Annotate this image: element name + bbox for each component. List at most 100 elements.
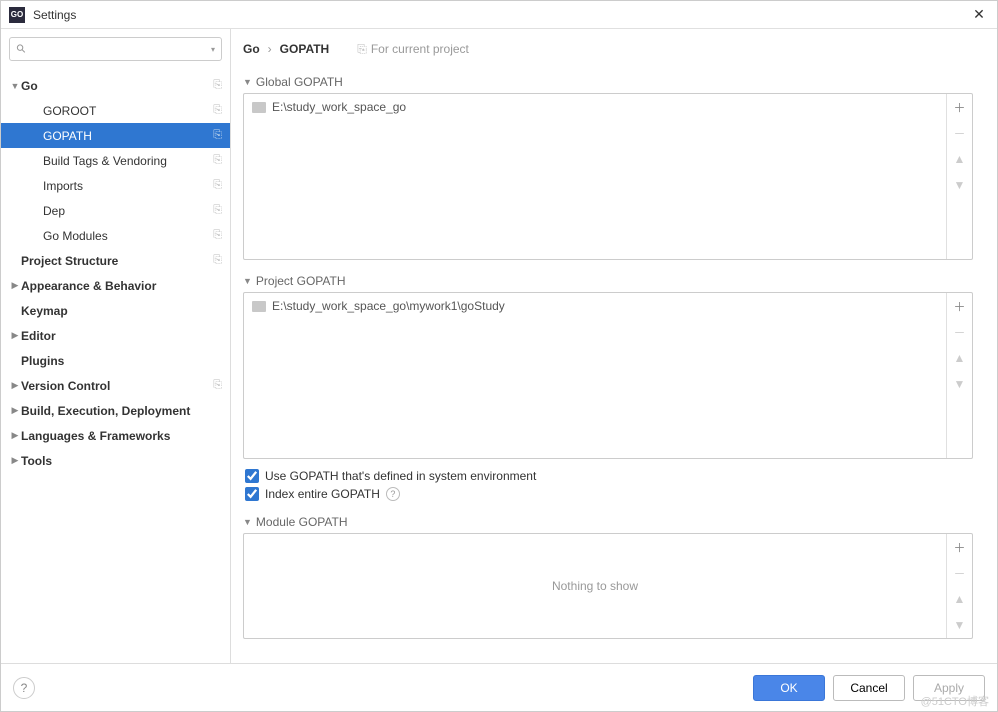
project-gopath-list[interactable]: E:\study_work_space_go\mywork1\goStudy — [244, 293, 946, 458]
sidebar-item-version-control[interactable]: ▶Version Control⎘ — [1, 373, 230, 398]
sidebar-item-label: GOROOT — [43, 104, 213, 118]
expand-icon: ▼ — [9, 81, 21, 91]
sidebar-item-label: Dep — [43, 204, 213, 218]
path-text: E:\study_work_space_go — [272, 100, 406, 114]
module-gopath-list[interactable]: Nothing to show — [244, 534, 946, 638]
move-up-button[interactable]: ▲ — [947, 146, 972, 172]
collapse-icon: ▼ — [243, 276, 252, 286]
breadcrumb: Go › GOPATH ⎘ For current project — [231, 29, 997, 69]
project-gopath-panel: E:\study_work_space_go\mywork1\goStudy ＋… — [243, 292, 973, 459]
expand-icon: ▶ — [9, 330, 21, 341]
project-gopath-header[interactable]: ▼ Project GOPATH — [243, 274, 973, 288]
sidebar-item-label: Go — [21, 79, 213, 93]
global-gopath-header[interactable]: ▼ Global GOPATH — [243, 75, 973, 89]
add-button[interactable]: ＋ — [947, 293, 972, 319]
index-entire-gopath-checkbox[interactable] — [245, 487, 259, 501]
copy-icon: ⎘ — [213, 179, 222, 192]
copy-icon: ⎘ — [213, 204, 222, 217]
section-title: Global GOPATH — [256, 75, 343, 89]
use-system-gopath-checkbox[interactable] — [245, 469, 259, 483]
sidebar-item-appearance-behavior[interactable]: ▶Appearance & Behavior — [1, 273, 230, 298]
breadcrumb-parent[interactable]: Go — [243, 42, 260, 56]
list-item[interactable]: E:\study_work_space_go\mywork1\goStudy — [244, 293, 946, 319]
cancel-button[interactable]: Cancel — [833, 675, 905, 701]
add-button[interactable]: ＋ — [947, 534, 972, 560]
ok-button[interactable]: OK — [753, 675, 825, 701]
help-button[interactable]: ? — [13, 677, 35, 699]
move-up-button[interactable]: ▲ — [947, 586, 972, 612]
sidebar-item-imports[interactable]: Imports⎘ — [1, 173, 230, 198]
module-gopath-panel: Nothing to show ＋ － ▲ ▼ — [243, 533, 973, 639]
folder-icon — [252, 301, 266, 312]
sidebar-item-build-execution-deployment[interactable]: ▶Build, Execution, Deployment — [1, 398, 230, 423]
global-gopath-controls: ＋ － ▲ ▼ — [946, 94, 972, 259]
sidebar-item-label: Go Modules — [43, 229, 213, 243]
sidebar-item-languages-frameworks[interactable]: ▶Languages & Frameworks — [1, 423, 230, 448]
settings-dialog: GO Settings ✕ ▾ ▼Go⎘GOROOT⎘GOPATH⎘Build … — [0, 0, 998, 712]
main-panel: Go › GOPATH ⎘ For current project ▼ Glob… — [231, 29, 997, 663]
move-down-button[interactable]: ▼ — [947, 612, 972, 638]
search-icon — [16, 43, 27, 55]
checkbox-label: Use GOPATH that's defined in system envi… — [265, 469, 536, 483]
search-dropdown-icon[interactable]: ▾ — [211, 45, 215, 54]
remove-button[interactable]: － — [947, 120, 972, 146]
global-gopath-panel: E:\study_work_space_go ＋ － ▲ ▼ — [243, 93, 973, 260]
sidebar-item-plugins[interactable]: Plugins — [1, 348, 230, 373]
sidebar-item-label: Languages & Frameworks — [21, 429, 222, 443]
expand-icon: ▶ — [9, 405, 21, 416]
scope-text: For current project — [371, 42, 469, 56]
sidebar-item-tools[interactable]: ▶Tools — [1, 448, 230, 473]
sidebar-item-goroot[interactable]: GOROOT⎘ — [1, 98, 230, 123]
copy-icon: ⎘ — [357, 42, 367, 57]
expand-icon: ▶ — [9, 455, 21, 466]
sidebar: ▾ ▼Go⎘GOROOT⎘GOPATH⎘Build Tags & Vendori… — [1, 29, 231, 663]
global-gopath-list[interactable]: E:\study_work_space_go — [244, 94, 946, 259]
sidebar-item-gopath[interactable]: GOPATH⎘ — [1, 123, 230, 148]
sidebar-item-go[interactable]: ▼Go⎘ — [1, 73, 230, 98]
sidebar-item-keymap[interactable]: Keymap — [1, 298, 230, 323]
move-down-button[interactable]: ▼ — [947, 371, 972, 397]
expand-icon: ▶ — [9, 430, 21, 441]
list-item[interactable]: E:\study_work_space_go — [244, 94, 946, 120]
add-button[interactable]: ＋ — [947, 94, 972, 120]
breadcrumb-separator: › — [268, 42, 272, 56]
move-down-button[interactable]: ▼ — [947, 172, 972, 198]
remove-button[interactable]: － — [947, 319, 972, 345]
sidebar-item-go-modules[interactable]: Go Modules⎘ — [1, 223, 230, 248]
module-gopath-header[interactable]: ▼ Module GOPATH — [243, 515, 973, 529]
sidebar-item-label: Version Control — [21, 379, 213, 393]
apply-button[interactable]: Apply — [913, 675, 985, 701]
scope-label: ⎘ For current project — [357, 42, 469, 57]
collapse-icon: ▼ — [243, 77, 252, 87]
sidebar-item-label: Build Tags & Vendoring — [43, 154, 213, 168]
sidebar-item-label: Plugins — [21, 354, 222, 368]
section-title: Module GOPATH — [256, 515, 348, 529]
remove-button[interactable]: － — [947, 560, 972, 586]
move-up-button[interactable]: ▲ — [947, 345, 972, 371]
sidebar-item-project-structure[interactable]: Project Structure⎘ — [1, 248, 230, 273]
sidebar-item-label: Keymap — [21, 304, 222, 318]
empty-message: Nothing to show — [244, 534, 946, 638]
titlebar: GO Settings ✕ — [1, 1, 997, 29]
help-icon[interactable]: ? — [386, 487, 400, 501]
expand-icon: ▶ — [9, 380, 21, 391]
collapse-icon: ▼ — [243, 517, 252, 527]
window-title: Settings — [33, 8, 969, 22]
index-entire-gopath-row: Index entire GOPATH ? — [245, 487, 973, 501]
copy-icon: ⎘ — [213, 104, 222, 117]
search-input-wrapper[interactable]: ▾ — [9, 37, 222, 61]
sidebar-item-label: Build, Execution, Deployment — [21, 404, 222, 418]
sidebar-item-label: Tools — [21, 454, 222, 468]
sidebar-item-label: Appearance & Behavior — [21, 279, 222, 293]
sidebar-item-build-tags-vendoring[interactable]: Build Tags & Vendoring⎘ — [1, 148, 230, 173]
close-icon[interactable]: ✕ — [969, 5, 989, 25]
expand-icon: ▶ — [9, 280, 21, 291]
sidebar-item-label: Project Structure — [21, 254, 213, 268]
sidebar-item-editor[interactable]: ▶Editor — [1, 323, 230, 348]
sidebar-item-label: Editor — [21, 329, 222, 343]
search-input[interactable] — [31, 42, 211, 56]
content-area: ▼ Global GOPATH E:\study_work_space_go ＋… — [231, 69, 997, 663]
settings-tree: ▼Go⎘GOROOT⎘GOPATH⎘Build Tags & Vendoring… — [1, 69, 230, 663]
sidebar-item-dep[interactable]: Dep⎘ — [1, 198, 230, 223]
sidebar-item-label: Imports — [43, 179, 213, 193]
